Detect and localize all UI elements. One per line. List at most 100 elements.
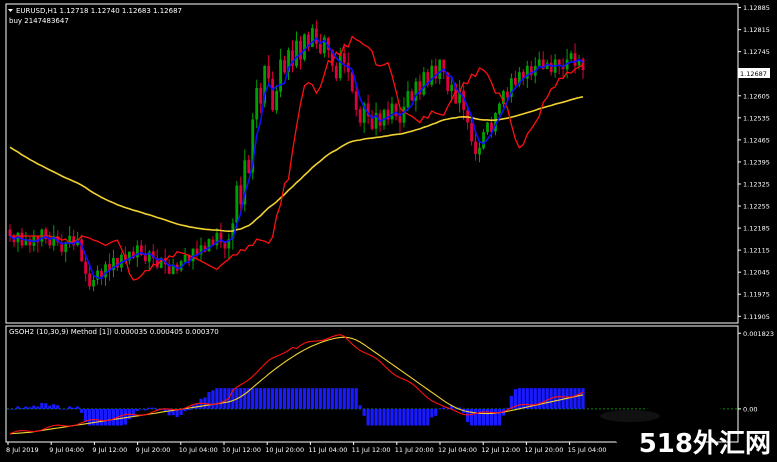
histogram-bar bbox=[414, 408, 418, 426]
histogram-bar bbox=[103, 408, 108, 426]
price-tick-label: 1.12395 bbox=[743, 158, 770, 166]
candle-body bbox=[513, 77, 517, 85]
time-tick-label: 10 Jul 04:00 bbox=[179, 446, 218, 454]
histogram-bar bbox=[271, 388, 275, 409]
candle-body bbox=[318, 43, 322, 54]
histogram-bar bbox=[442, 407, 446, 409]
histogram-bar bbox=[410, 408, 414, 426]
candle-body bbox=[474, 141, 477, 155]
candle-body bbox=[279, 59, 282, 92]
price-tick-label: 1.11975 bbox=[743, 291, 770, 299]
histogram-bar bbox=[358, 405, 362, 409]
osc-tick-label: 0.00 bbox=[743, 405, 757, 413]
histogram-bar bbox=[346, 388, 350, 409]
histogram-bar bbox=[378, 408, 382, 426]
price-tick-label: 1.12815 bbox=[743, 26, 770, 34]
histogram-bar bbox=[167, 408, 171, 416]
histogram-bar bbox=[390, 408, 394, 426]
candle-body bbox=[569, 53, 573, 60]
price-tick-label: 1.12605 bbox=[743, 92, 770, 100]
time-tick-label: 12 Jul 20:00 bbox=[524, 446, 563, 454]
time-tick-label: 11 Jul 12:00 bbox=[352, 446, 391, 454]
histogram-bar bbox=[68, 406, 72, 409]
histogram-bar bbox=[20, 407, 24, 409]
histogram-bar bbox=[84, 408, 88, 423]
histogram-bar bbox=[521, 388, 525, 409]
candle-body bbox=[295, 40, 298, 66]
candle-body bbox=[259, 87, 263, 104]
time-tick-label: 12 Jul 04:00 bbox=[438, 446, 477, 454]
histogram-bar bbox=[36, 406, 40, 409]
price-tick-label: 1.12325 bbox=[743, 180, 770, 188]
candle-body bbox=[255, 87, 259, 120]
candle-body bbox=[183, 254, 187, 262]
candle-body bbox=[271, 78, 275, 110]
candle-body bbox=[191, 248, 195, 262]
time-tick-label: 10 Jul 12:00 bbox=[222, 446, 261, 454]
histogram-bar bbox=[99, 408, 104, 426]
candle-body bbox=[478, 147, 481, 155]
candle-body bbox=[505, 91, 509, 98]
histogram-bar bbox=[147, 407, 151, 409]
histogram-bar bbox=[44, 403, 48, 409]
histogram-bar bbox=[282, 388, 287, 409]
price-tick-label: 1.12115 bbox=[743, 247, 770, 255]
histogram-bar bbox=[135, 408, 139, 412]
histogram-bar bbox=[275, 388, 279, 409]
histogram-bar bbox=[537, 388, 541, 409]
candle-body bbox=[406, 91, 410, 108]
histogram-bar bbox=[207, 392, 211, 409]
histogram-bar bbox=[362, 408, 366, 416]
trading-chart[interactable]: 1.128851.128151.127451.126751.126051.125… bbox=[0, 0, 777, 462]
histogram-bar bbox=[541, 388, 545, 409]
candle-body bbox=[92, 280, 95, 287]
histogram-bar bbox=[306, 388, 311, 409]
histogram-bar bbox=[553, 388, 557, 409]
price-tick-label: 1.11905 bbox=[743, 313, 770, 321]
histogram-bar bbox=[259, 388, 263, 409]
price-tick-label: 1.12885 bbox=[743, 4, 770, 12]
histogram-bar bbox=[374, 408, 378, 426]
candle-body bbox=[48, 239, 52, 246]
candle-body bbox=[239, 185, 243, 205]
candle-body bbox=[382, 109, 386, 126]
candle-body bbox=[402, 106, 406, 123]
price-tick-label: 1.12045 bbox=[743, 269, 770, 277]
time-tick-label: 11 Jul 20:00 bbox=[395, 446, 434, 454]
candle-body bbox=[235, 185, 239, 223]
histogram-bar bbox=[342, 388, 346, 409]
watermark-logo: 518外汇网 bbox=[638, 429, 771, 459]
histogram-bar bbox=[418, 408, 422, 426]
histogram-bar bbox=[80, 408, 84, 414]
oscillator-title: GSOH2 (10,30,9) Method [1]) 0.000035 0.0… bbox=[9, 328, 219, 336]
histogram-bar bbox=[489, 408, 494, 426]
histogram-bar bbox=[60, 408, 64, 410]
histogram-bar bbox=[243, 388, 247, 409]
histogram-bar bbox=[139, 408, 143, 410]
histogram-bar bbox=[322, 388, 326, 409]
histogram-bar bbox=[545, 388, 549, 409]
histogram-bar bbox=[434, 408, 438, 416]
histogram-bar bbox=[334, 388, 338, 409]
histogram-bar bbox=[426, 408, 430, 426]
histogram-bar bbox=[251, 388, 255, 409]
histogram-bar bbox=[278, 388, 283, 409]
time-tick-label: 10 Jul 20:00 bbox=[265, 446, 304, 454]
candle-body bbox=[223, 242, 227, 249]
price-tick-label: 1.12255 bbox=[743, 203, 770, 211]
histogram-bar bbox=[569, 388, 573, 409]
histogram-bar bbox=[469, 408, 474, 426]
candle-body bbox=[450, 84, 454, 92]
current-price-label: 1.12687 bbox=[740, 70, 767, 78]
histogram-bar bbox=[430, 408, 434, 418]
histogram-bar bbox=[40, 402, 44, 409]
candle-body bbox=[422, 72, 426, 95]
histogram-bar bbox=[422, 408, 426, 426]
candle-body bbox=[88, 273, 91, 287]
histogram-bar bbox=[446, 408, 450, 410]
histogram-bar bbox=[354, 388, 358, 409]
histogram-bar bbox=[28, 407, 32, 409]
histogram-bar bbox=[454, 408, 458, 410]
histogram-bar bbox=[286, 388, 291, 409]
histogram-bar bbox=[557, 388, 561, 409]
